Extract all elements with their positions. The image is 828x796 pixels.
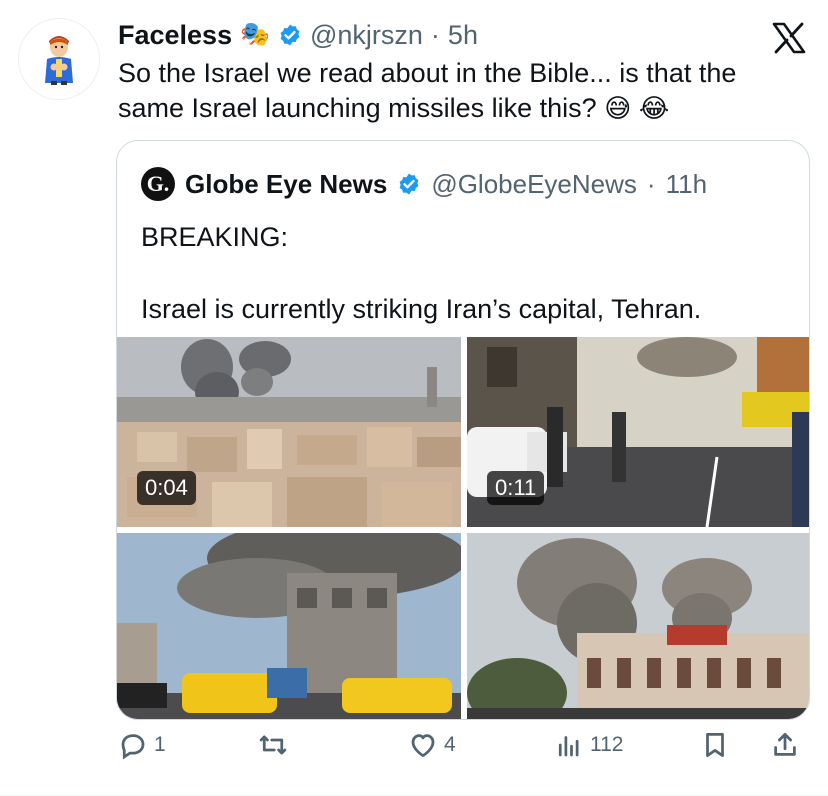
smoke-building-image	[117, 533, 461, 719]
separator-dot: ·	[646, 169, 656, 199]
quote-text-line: BREAKING:	[141, 222, 289, 252]
media-image-4[interactable]	[467, 533, 809, 719]
bookmark-icon	[706, 733, 724, 757]
tweet-header: Faceless 🎭 @nkjrszn · 5h	[118, 20, 478, 50]
retweet-button[interactable]	[258, 730, 294, 760]
video-duration: 0:04	[137, 471, 196, 505]
bookmark-button[interactable]	[700, 730, 730, 760]
tweet-card[interactable]: Faceless 🎭 @nkjrszn · 5h So the Israel w…	[0, 0, 828, 796]
views-chart-icon	[558, 736, 579, 757]
sweat-smile-emoji: 😅	[604, 93, 632, 123]
views-count: 112	[590, 733, 624, 756]
handle[interactable]: @nkjrszn	[310, 20, 423, 50]
quote-header: G. Globe Eye News @GlobeEyeNews · 11h	[141, 167, 707, 201]
reply-count: 1	[154, 733, 166, 756]
quote-display-name[interactable]: Globe Eye News	[185, 169, 387, 199]
quote-text-line: Israel is currently striking Iran’s capi…	[141, 294, 702, 324]
quote-handle[interactable]: @GlobeEyeNews	[431, 169, 637, 199]
tweet-text: So the Israel we read about in the Bible…	[118, 56, 798, 126]
media-grid: 0:04 0:11	[117, 337, 809, 719]
tears-of-joy-emoji: 😂	[638, 93, 670, 123]
quote-timestamp[interactable]: 11h	[666, 169, 707, 199]
like-button[interactable]: 4	[408, 730, 456, 760]
video-duration: 0:11	[487, 471, 545, 505]
verified-badge-icon	[280, 24, 300, 46]
views-button[interactable]: 112	[554, 730, 623, 760]
name-emoji: 🎭	[240, 21, 270, 48]
share-icon	[774, 733, 796, 756]
media-video-2[interactable]: 0:11	[467, 337, 809, 527]
display-name[interactable]: Faceless	[118, 20, 232, 50]
quote-text: BREAKING: Israel is currently striking I…	[141, 219, 781, 327]
like-count: 4	[444, 733, 456, 756]
avatar[interactable]	[18, 18, 100, 100]
media-image-3[interactable]	[117, 533, 461, 719]
retweet-icon	[259, 735, 287, 755]
separator-dot: ·	[430, 20, 440, 50]
x-logo-icon[interactable]	[772, 22, 806, 54]
media-video-1[interactable]: 0:04	[117, 337, 461, 527]
share-button[interactable]	[770, 730, 800, 760]
reply-icon	[121, 734, 145, 760]
action-bar: 1 4 112	[118, 730, 808, 770]
smoke-plume-image	[467, 533, 809, 719]
heart-icon	[411, 734, 435, 757]
avatar-illustration	[45, 36, 73, 85]
quoted-tweet[interactable]: G. Globe Eye News @GlobeEyeNews · 11h BR…	[116, 140, 810, 720]
quote-avatar[interactable]: G.	[141, 167, 175, 201]
reply-button[interactable]: 1	[118, 730, 166, 760]
timestamp[interactable]: 5h	[448, 20, 478, 50]
verified-badge-icon	[399, 173, 419, 195]
